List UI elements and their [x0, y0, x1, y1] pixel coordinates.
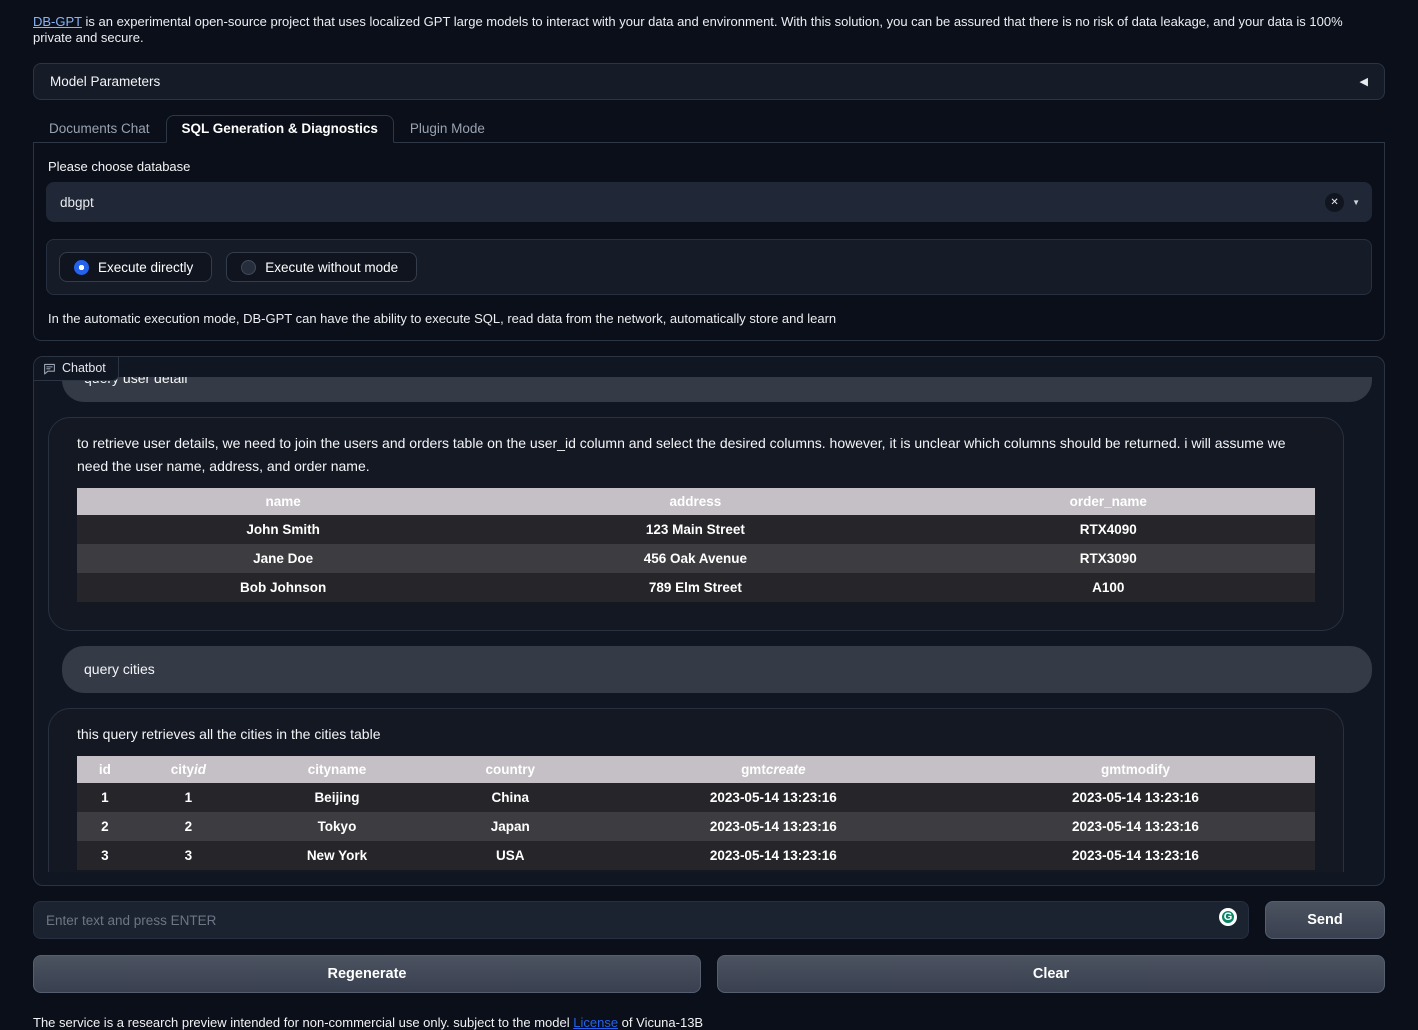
grammarly-icon[interactable]: G: [1219, 908, 1237, 926]
table-cell: 2023-05-14 13:23:16: [591, 812, 956, 841]
intro-description: is an experimental open-source project t…: [33, 14, 1343, 45]
table-header-cell: name: [77, 488, 489, 515]
intro-text: DB-GPT is an experimental open-source pr…: [33, 14, 1385, 46]
radio-execute-directly[interactable]: Execute directly: [59, 252, 212, 282]
table-header-cell: cityid: [133, 756, 244, 783]
send-button[interactable]: Send: [1265, 901, 1385, 939]
chatbot-label: Chatbot: [34, 357, 119, 381]
table-row: 33New YorkUSA2023-05-14 13:23:162023-05-…: [77, 841, 1315, 870]
chat-message-bot: this query retrieves all the cities in t…: [48, 708, 1344, 872]
tab-sql-generation-diagnostics[interactable]: SQL Generation & Diagnostics: [166, 115, 394, 143]
chat-input-row: G Send: [33, 901, 1385, 939]
chat-message-user: query user detail: [62, 377, 1372, 402]
table-cell: China: [430, 783, 591, 812]
table-cell: RTX3090: [902, 544, 1316, 573]
table-cell: A100: [902, 573, 1316, 602]
database-selected-value: dbgpt: [60, 195, 94, 210]
footer-after: of Vicuna-13B: [618, 1015, 703, 1030]
table-header-cell: order_name: [902, 488, 1316, 515]
table-cell: Japan: [430, 812, 591, 841]
table-header-cell: gmtcreate: [591, 756, 956, 783]
table-cell: 1: [77, 783, 133, 812]
database-label: Please choose database: [46, 155, 1372, 182]
radio-label: Execute directly: [98, 260, 193, 275]
table-cell: USA: [430, 841, 591, 870]
table-cell: 456 Oak Avenue: [489, 544, 901, 573]
table-header-cell: id: [77, 756, 133, 783]
table-cell: 3: [77, 841, 133, 870]
table-cell: 123 Main Street: [489, 515, 901, 544]
table-cell: 2023-05-14 13:23:16: [591, 783, 956, 812]
chat-messages[interactable]: query user detail to retrieve user detail…: [48, 377, 1372, 872]
tab-documents-chat[interactable]: Documents Chat: [33, 115, 166, 143]
chat-message-user: query cities: [62, 646, 1372, 693]
chatbot-label-text: Chatbot: [62, 361, 106, 375]
chat-input[interactable]: [33, 901, 1249, 939]
table-header-cell: address: [489, 488, 901, 515]
footer-text: The service is a research preview intend…: [33, 1015, 1385, 1030]
chat-input-wrapper: G: [33, 901, 1249, 939]
model-parameters-accordion[interactable]: Model Parameters ◀: [33, 63, 1385, 100]
table-cell: RTX4090: [902, 515, 1316, 544]
execution-mode-hint: In the automatic execution mode, DB-GPT …: [46, 311, 1372, 326]
clear-button[interactable]: Clear: [717, 955, 1385, 993]
execution-mode-group: Execute directly Execute without mode: [46, 239, 1372, 295]
table-cell: 2: [133, 812, 244, 841]
table-cell: Tokyo: [244, 812, 430, 841]
chatbot-panel: Chatbot query user detail to retrieve use…: [33, 356, 1385, 886]
table-cell: 2023-05-14 13:23:16: [591, 841, 956, 870]
radio-label: Execute without mode: [265, 260, 398, 275]
table-cell: Beijing: [244, 783, 430, 812]
table-cell: Bob Johnson: [77, 573, 489, 602]
tab-content-sql-generation: Please choose database dbgpt ✕ ▼ Execute…: [33, 143, 1385, 341]
result-table: idcityidcitynamecountrygmtcreategmtmodif…: [77, 756, 1315, 870]
license-link[interactable]: License: [573, 1015, 618, 1030]
result-table: nameaddressorder_nameJohn Smith123 Main …: [77, 488, 1315, 602]
table-cell: John Smith: [77, 515, 489, 544]
chat-message-bot: to retrieve user details, we need to joi…: [48, 417, 1344, 631]
database-dropdown[interactable]: dbgpt ✕ ▼: [46, 182, 1372, 222]
accordion-title: Model Parameters: [50, 74, 160, 89]
tab-plugin-mode[interactable]: Plugin Mode: [394, 115, 501, 143]
footer-before: The service is a research preview intend…: [33, 1015, 573, 1030]
dropdown-icons: ✕ ▼: [1325, 193, 1360, 212]
collapse-arrow-icon[interactable]: ◀: [1360, 75, 1368, 88]
table-cell: Jane Doe: [77, 544, 489, 573]
db-gpt-link[interactable]: DB-GPT: [33, 14, 82, 29]
regenerate-button[interactable]: Regenerate: [33, 955, 701, 993]
message-text: this query retrieves all the cities in t…: [77, 723, 1315, 746]
table-header-cell: cityname: [244, 756, 430, 783]
tab-bar: Documents ChatSQL Generation & Diagnosti…: [33, 115, 1385, 143]
table-cell: 2023-05-14 13:23:16: [956, 812, 1315, 841]
message-text: to retrieve user details, we need to joi…: [77, 432, 1315, 478]
table-header-cell: country: [430, 756, 591, 783]
table-row: 22TokyoJapan2023-05-14 13:23:162023-05-1…: [77, 812, 1315, 841]
clear-selection-icon[interactable]: ✕: [1325, 193, 1344, 212]
table-cell: 789 Elm Street: [489, 573, 901, 602]
radio-unselected-icon[interactable]: [241, 260, 256, 275]
table-cell: New York: [244, 841, 430, 870]
message-text: query user detail: [84, 377, 1350, 387]
table-cell: 2023-05-14 13:23:16: [956, 841, 1315, 870]
table-cell: 1: [133, 783, 244, 812]
table-cell: 2: [77, 812, 133, 841]
chat-bubble-icon: [43, 362, 56, 375]
action-buttons-row: Regenerate Clear: [33, 955, 1385, 993]
radio-selected-icon[interactable]: [74, 260, 89, 275]
message-text: query cities: [84, 661, 1350, 678]
dropdown-caret-icon[interactable]: ▼: [1352, 198, 1360, 207]
radio-execute-without-mode[interactable]: Execute without mode: [226, 252, 417, 282]
table-row: Jane Doe456 Oak AvenueRTX3090: [77, 544, 1315, 573]
db-gpt-page: DB-GPT is an experimental open-source pr…: [0, 0, 1418, 1022]
table-header-cell: gmtmodify: [956, 756, 1315, 783]
table-cell: 3: [133, 841, 244, 870]
table-cell: 2023-05-14 13:23:16: [956, 783, 1315, 812]
table-row: 11BeijingChina2023-05-14 13:23:162023-05…: [77, 783, 1315, 812]
table-row: John Smith123 Main StreetRTX4090: [77, 515, 1315, 544]
table-row: Bob Johnson789 Elm StreetA100: [77, 573, 1315, 602]
